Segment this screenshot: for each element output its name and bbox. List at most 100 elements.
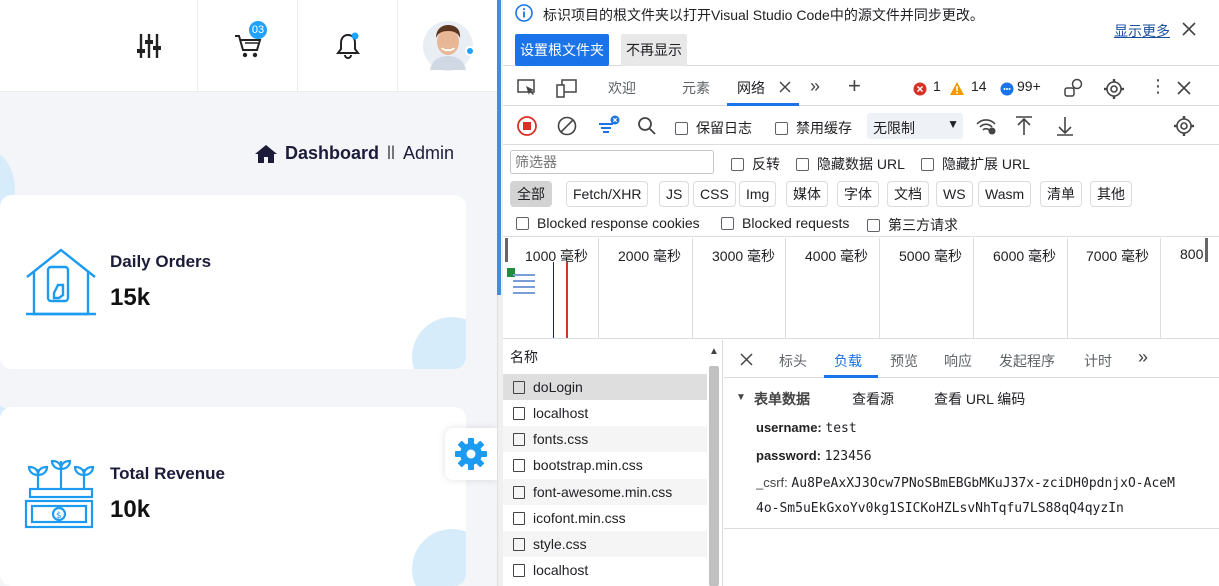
message-icon xyxy=(1000,82,1014,96)
settings-icon[interactable] xyxy=(1103,78,1125,100)
type-filter-other[interactable]: 其他 xyxy=(1090,181,1132,207)
set-root-folder-button[interactable]: 设置根文件夹 xyxy=(515,34,609,66)
network-timeline-overview[interactable]: 1000 毫秒 2000 毫秒 3000 毫秒 4000 毫秒 5000 毫秒 … xyxy=(503,238,1219,339)
timeline-tick-label: 7000 毫秒 xyxy=(1086,248,1150,264)
type-filter-css[interactable]: CSS xyxy=(693,181,736,207)
request-row[interactable]: style.css xyxy=(503,531,707,557)
more-tabs-icon[interactable]: » xyxy=(1138,347,1148,368)
kebab-menu-icon[interactable]: ⋮ xyxy=(1149,76,1167,97)
search-icon[interactable] xyxy=(637,116,657,136)
timeline-tick-label: 6000 毫秒 xyxy=(993,248,1057,264)
filter-settings-button[interactable] xyxy=(100,0,197,92)
issues-icon[interactable] xyxy=(1063,78,1085,98)
tab-timing[interactable]: 计时 xyxy=(1084,351,1112,371)
request-name: bootstrap.min.css xyxy=(533,457,643,473)
timeline-handle[interactable] xyxy=(505,238,508,262)
export-har-icon[interactable] xyxy=(1056,115,1074,137)
cart-button[interactable]: 03 xyxy=(197,0,297,92)
blocked-requests-checkbox[interactable]: Blocked requests xyxy=(721,215,849,231)
show-more-link[interactable]: 显示更多 xyxy=(1114,21,1170,41)
network-toolbar: 保留日志 禁用缓存 无限制 ▼ xyxy=(503,107,1219,145)
request-row[interactable]: doLogin xyxy=(503,374,707,400)
blocked-cookies-checkbox[interactable]: Blocked response cookies xyxy=(516,215,700,231)
tab-response[interactable]: 响应 xyxy=(944,351,972,371)
invert-checkbox[interactable]: 反转 xyxy=(731,154,780,174)
type-filter-manifest[interactable]: 清单 xyxy=(1040,181,1082,207)
bell-icon xyxy=(335,32,360,59)
type-filter-all[interactable]: 全部 xyxy=(510,181,552,207)
name-column-header[interactable]: 名称 xyxy=(510,347,538,367)
admin-app: 03 Dashboard ll Admin Daily Orders 15k $… xyxy=(0,0,497,586)
disable-cache-checkbox[interactable]: 禁用缓存 xyxy=(775,118,852,138)
clear-icon[interactable] xyxy=(557,116,577,136)
close-devtools-icon[interactable] xyxy=(1177,81,1191,95)
request-row[interactable]: localhost xyxy=(503,400,707,426)
request-row[interactable]: bootstrap.min.css xyxy=(503,452,707,478)
payload-field-continuation: 4o-Sm5uEkGxoYv0kg1SICKoHZLsvNhTqfu7LS88q… xyxy=(756,501,1124,516)
request-row[interactable]: fonts.css xyxy=(503,426,707,452)
view-url-encoded-link[interactable]: 查看 URL 编码 xyxy=(934,389,1025,409)
stylesheet-icon xyxy=(513,537,525,551)
record-stop-icon[interactable] xyxy=(517,116,537,136)
filter-icon[interactable] xyxy=(597,115,621,135)
request-row[interactable]: font-awesome.min.css xyxy=(503,479,707,505)
type-filter-wasm[interactable]: Wasm xyxy=(978,181,1032,207)
user-avatar-button[interactable] xyxy=(397,0,497,92)
tab-elements[interactable]: 元素 xyxy=(682,78,710,98)
type-filter-media[interactable]: 媒体 xyxy=(786,181,828,207)
timeline-handle[interactable] xyxy=(1205,238,1208,262)
notifications-button[interactable] xyxy=(297,0,397,92)
type-filter-img[interactable]: Img xyxy=(739,181,777,207)
card-title: Daily Orders xyxy=(110,252,212,271)
blocked-cookies-label: Blocked response cookies xyxy=(537,215,700,231)
dont-show-button[interactable]: 不再显示 xyxy=(621,34,687,66)
preserve-log-checkbox[interactable]: 保留日志 xyxy=(675,118,752,138)
request-row[interactable]: localhost xyxy=(503,557,707,583)
daily-orders-card: Daily Orders 15k xyxy=(0,195,466,369)
tab-headers[interactable]: 标头 xyxy=(779,351,807,371)
tab-welcome[interactable]: 欢迎 xyxy=(608,78,636,98)
network-settings-icon[interactable] xyxy=(1173,115,1195,137)
type-filter-fetch[interactable]: Fetch/XHR xyxy=(566,181,649,207)
close-tab-icon[interactable] xyxy=(779,81,791,93)
type-filter-doc[interactable]: 文档 xyxy=(887,181,929,207)
throttling-select[interactable]: 无限制 ▼ xyxy=(867,113,963,139)
filter-input[interactable] xyxy=(510,150,714,174)
stylesheet-icon xyxy=(513,458,525,472)
view-source-link[interactable]: 查看源 xyxy=(852,389,894,409)
more-tabs-icon[interactable]: » xyxy=(810,76,820,97)
device-toolbar-icon[interactable] xyxy=(556,79,578,99)
hide-data-urls-checkbox[interactable]: 隐藏数据 URL xyxy=(796,154,905,174)
close-icon[interactable] xyxy=(1182,22,1196,36)
inspect-icon[interactable] xyxy=(517,79,537,97)
payload-field: username: test xyxy=(756,420,857,436)
type-filter-ws[interactable]: WS xyxy=(936,181,973,207)
tab-network[interactable]: 网络 xyxy=(737,78,765,98)
collapse-triangle-icon[interactable]: ▼ xyxy=(736,392,746,403)
scroll-up-icon[interactable]: ▲ xyxy=(709,346,719,357)
field-value: test xyxy=(825,421,857,436)
type-filter-js[interactable]: JS xyxy=(659,181,690,207)
warning-count[interactable]: 14 xyxy=(971,78,987,94)
network-conditions-icon[interactable] xyxy=(975,116,997,136)
close-detail-icon[interactable] xyxy=(740,353,753,366)
message-count[interactable]: 99+ xyxy=(1017,78,1041,94)
tab-preview[interactable]: 预览 xyxy=(890,351,918,371)
request-name: doLogin xyxy=(533,379,583,395)
form-data-section-title[interactable]: 表单数据 xyxy=(754,389,810,409)
request-row[interactable]: icofont.min.css xyxy=(503,505,707,531)
error-count[interactable]: 1 xyxy=(933,78,941,94)
breadcrumb-page[interactable]: Dashboard xyxy=(285,143,379,164)
resource-type-filters: 全部 Fetch/XHR JS CSS Img 媒体 字体 文档 WS Wasm… xyxy=(503,179,1219,209)
request-list-scrollbar[interactable] xyxy=(709,366,719,586)
theme-settings-button[interactable] xyxy=(445,428,497,480)
hide-ext-urls-checkbox[interactable]: 隐藏扩展 URL xyxy=(921,154,1030,174)
tab-payload[interactable]: 负载 xyxy=(834,351,862,371)
import-har-icon[interactable] xyxy=(1015,115,1033,137)
timeline-tick-label: 5000 毫秒 xyxy=(899,248,963,264)
add-tab-icon[interactable]: + xyxy=(848,73,861,99)
type-filter-font[interactable]: 字体 xyxy=(837,181,879,207)
filter-row: 反转 隐藏数据 URL 隐藏扩展 URL xyxy=(503,147,1219,177)
third-party-checkbox[interactable]: 第三方请求 xyxy=(867,215,958,235)
tab-initiator[interactable]: 发起程序 xyxy=(999,351,1055,371)
